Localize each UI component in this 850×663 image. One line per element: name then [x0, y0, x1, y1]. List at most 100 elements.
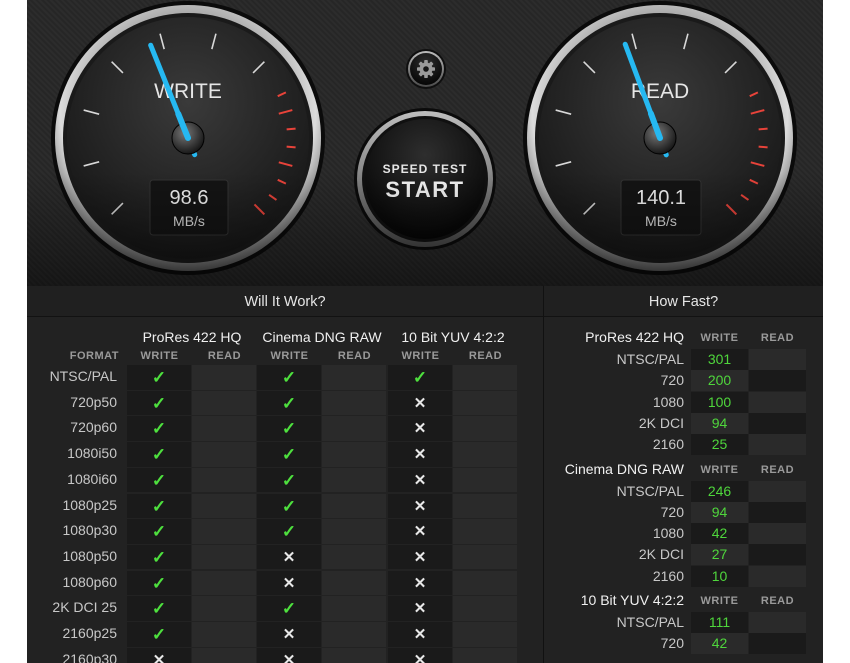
read-result-cell — [322, 416, 386, 441]
frames-per-second-value: 42 — [711, 635, 728, 652]
read-result-cell — [322, 570, 386, 596]
resolution-label: 2160 — [652, 436, 684, 453]
read-result-cell — [453, 570, 517, 596]
read-result-cell — [453, 442, 517, 467]
read-column-header: READ — [468, 350, 503, 362]
write-result-cell: ✓ — [127, 493, 191, 518]
will-it-work-panel: Will It Work? ProRes 422 HQ WRITE READ Cine… — [27, 286, 543, 663]
resolution-label: 2160 — [652, 567, 684, 584]
read-result-cell — [322, 390, 386, 416]
frames-per-second-value: 200 — [707, 372, 732, 389]
format-label: 2K DCI 25 — [52, 599, 117, 616]
cross-icon: ✕ — [282, 651, 296, 663]
frames-per-second-value: 94 — [711, 503, 728, 520]
write-result-cell: ✓ — [257, 442, 321, 467]
frames-per-second-value: 42 — [711, 525, 728, 542]
read-result-cell — [322, 467, 386, 493]
write-speed-value: 98.6 — [170, 187, 209, 209]
read-speed-cell — [749, 349, 806, 370]
check-icon: ✓ — [151, 496, 167, 516]
check-icon: ✓ — [151, 445, 167, 465]
read-result-cell — [322, 647, 386, 663]
read-result-cell — [192, 416, 256, 441]
resolution-label: NTSC/PAL — [616, 351, 684, 367]
frames-per-second-value: 111 — [708, 614, 731, 630]
cross-icon: ✕ — [413, 626, 427, 643]
check-icon: ✓ — [151, 599, 167, 619]
read-result-cell — [453, 647, 517, 663]
write-result-cell: ✕ — [388, 647, 452, 663]
read-result-cell — [322, 544, 386, 570]
write-result-cell: ✕ — [388, 442, 452, 467]
will-it-work-title: Will It Work? — [27, 286, 543, 317]
format-label: 2160p25 — [62, 625, 117, 641]
check-icon: ✓ — [281, 445, 297, 465]
write-speed-cell: 10 — [691, 565, 748, 587]
results-area: Will It Work? ProRes 422 HQ WRITE READ Cine… — [27, 286, 823, 663]
codec-group-name: 10 Bit YUV 4:2:2 — [580, 592, 684, 608]
read-speed-cell — [749, 434, 806, 456]
check-icon: ✓ — [281, 419, 297, 439]
write-result-cell: ✕ — [388, 467, 452, 493]
read-speed-cell — [749, 565, 806, 587]
resolution-label: 720 — [660, 372, 684, 389]
format-label: 720p50 — [70, 393, 117, 410]
resolution-label: 720 — [660, 503, 684, 520]
frames-per-second-value: 301 — [707, 351, 732, 367]
write-speed-cell: 200 — [691, 370, 748, 392]
write-result-cell: ✕ — [388, 416, 452, 441]
read-result-cell — [192, 544, 256, 570]
write-speed-cell: 111 — [691, 612, 748, 633]
read-speed-cell — [749, 412, 806, 434]
write-result-cell: ✕ — [388, 622, 452, 647]
read-result-cell — [322, 519, 386, 544]
read-speed-cell — [749, 370, 806, 392]
resolution-label: 1080 — [652, 525, 684, 542]
write-result-cell: ✓ — [127, 622, 191, 647]
redline-tick — [758, 127, 768, 131]
format-label: 720p60 — [70, 419, 117, 436]
format-label: 1080p60 — [62, 573, 117, 590]
check-icon: ✓ — [281, 496, 297, 516]
write-column-header: WRITE — [270, 350, 309, 362]
frames-per-second-value: 246 — [707, 482, 732, 499]
codec-header: 10 Bit YUV 4:2:2 — [401, 329, 505, 345]
read-result-cell — [192, 647, 256, 663]
codec-group-name: Cinema DNG RAW — [564, 460, 684, 477]
read-result-cell — [322, 365, 386, 390]
resolution-label: 1080 — [652, 393, 684, 410]
write-result-cell: ✓ — [127, 544, 191, 570]
write-result-cell: ✕ — [127, 647, 191, 663]
check-icon: ✓ — [151, 470, 167, 490]
read-result-cell — [192, 519, 256, 544]
write-result-cell: ✓ — [127, 596, 191, 621]
settings-button[interactable] — [406, 49, 446, 89]
write-column-header: WRITE — [401, 350, 440, 362]
write-result-cell: ✓ — [127, 442, 191, 467]
resolution-label: NTSC/PAL — [616, 614, 684, 630]
check-icon: ✓ — [281, 470, 297, 490]
format-label: 1080i60 — [67, 470, 117, 487]
cross-icon: ✕ — [413, 600, 427, 618]
read-result-cell — [192, 622, 256, 647]
read-speed-cell — [749, 480, 806, 502]
check-icon: ✓ — [151, 573, 167, 593]
resolution-label: NTSC/PAL — [616, 482, 684, 499]
write-result-cell: ✓ — [127, 570, 191, 596]
start-button[interactable]: SPEED TEST START — [354, 108, 496, 250]
read-result-cell — [192, 467, 256, 493]
cross-icon: ✕ — [413, 394, 427, 412]
read-speed-cell — [749, 612, 806, 633]
gauge-area: WRITE 98.6 MB/s READ 140.1 MB/s SPEED TE… — [27, 0, 823, 286]
write-result-cell: ✕ — [257, 544, 321, 570]
read-result-cell — [192, 570, 256, 596]
how-fast-panel: How Fast? ProRes 422 HQ WRITE READ NTSC/PAL… — [544, 286, 823, 663]
check-icon: ✓ — [281, 368, 297, 387]
check-icon: ✓ — [151, 522, 167, 542]
write-result-cell: ✓ — [127, 416, 191, 441]
check-icon: ✓ — [151, 419, 167, 439]
cross-icon: ✕ — [282, 574, 296, 592]
write-result-cell: ✕ — [257, 647, 321, 663]
write-result-cell: ✓ — [127, 365, 191, 390]
frames-per-second-value: 25 — [711, 436, 728, 453]
